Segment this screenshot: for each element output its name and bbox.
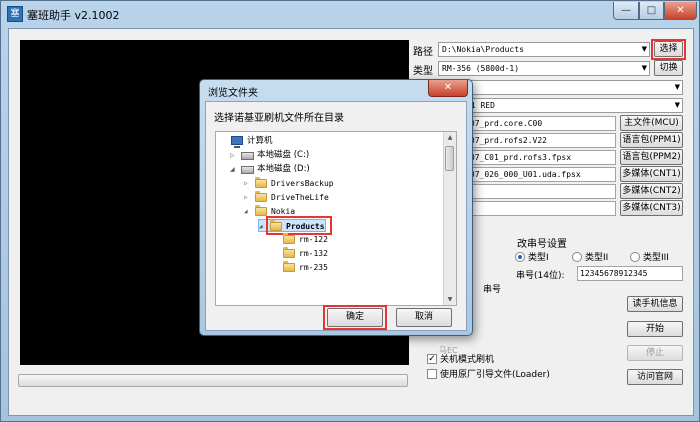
chevron-down-icon: ▼ bbox=[641, 64, 647, 72]
select-button-highlight bbox=[651, 39, 686, 60]
radio-type1-label: 类型I bbox=[528, 253, 549, 263]
chevron-down-icon: ▼ bbox=[674, 101, 680, 109]
folder-icon bbox=[255, 205, 267, 216]
minimize-button[interactable]: — bbox=[613, 2, 639, 20]
cnt3-file-button[interactable]: 多媒体(CNT3) bbox=[620, 200, 683, 216]
radio-type2-label: 类型II bbox=[585, 253, 609, 263]
folder-icon bbox=[255, 177, 267, 188]
window-title: 塞班助手 v2.1002 bbox=[27, 9, 120, 22]
ppm1-file-button[interactable]: 语言包(PPM1) bbox=[620, 132, 683, 148]
path-combo[interactable]: D:\Nokia\Products ▼ bbox=[438, 42, 650, 57]
app-icon: 塞 bbox=[7, 6, 23, 22]
read-info-button[interactable]: 读手机信息 bbox=[627, 296, 683, 312]
collapse-arrow-icon[interactable]: ◢ bbox=[259, 220, 263, 233]
type-label: 类型 bbox=[413, 66, 433, 77]
shutdown-flash-label: 关机模式刷机 bbox=[440, 355, 495, 365]
collapse-arrow-icon[interactable]: ◢ bbox=[244, 205, 248, 218]
folder-icon bbox=[283, 247, 295, 258]
shutdown-flash-checkbox[interactable]: ✓ bbox=[427, 354, 437, 364]
serial-partial-label: 串号 bbox=[483, 285, 502, 295]
serial-input[interactable]: 12345678912345 bbox=[577, 266, 683, 281]
folder-icon bbox=[283, 261, 295, 272]
region-combo[interactable]: 6]APAC1 RED ▼ bbox=[438, 98, 683, 113]
scroll-thumb[interactable] bbox=[445, 146, 454, 171]
version-combo[interactable]: 7 ▼ bbox=[438, 80, 683, 95]
path-value: D:\Nokia\Products bbox=[442, 45, 524, 54]
type-value: RM-356 (5800d-1) bbox=[442, 64, 520, 73]
chevron-down-icon: ▼ bbox=[641, 45, 647, 53]
expand-arrow-icon[interactable]: ▷ bbox=[230, 149, 235, 162]
dialog-close-button[interactable]: ✕ bbox=[428, 80, 468, 97]
loader-label: 使用原厂引导文件(Loader) bbox=[440, 370, 550, 380]
drive-icon bbox=[241, 166, 254, 174]
path-label: 路径 bbox=[413, 47, 433, 58]
browse-folder-dialog: 浏览文件夹 ✕ 选择诺基亚刷机文件所在目录 计算机 ▷ 本地磁盘 (C:) ◢ … bbox=[199, 79, 473, 336]
folder-tree[interactable]: 计算机 ▷ 本地磁盘 (C:) ◢ 本地磁盘 (D:) ▷ DriversBac… bbox=[215, 131, 457, 306]
radio-type1[interactable] bbox=[515, 252, 525, 262]
ppm2-file-button[interactable]: 语言包(PPM2) bbox=[620, 149, 683, 165]
folder-icon bbox=[255, 191, 267, 202]
cnt2-file-button[interactable]: 多媒体(CNT2) bbox=[620, 183, 683, 199]
computer-icon bbox=[231, 136, 243, 148]
start-button[interactable]: 开始 bbox=[627, 321, 683, 337]
visit-site-button[interactable]: 访问官网 bbox=[627, 369, 683, 385]
cancel-button[interactable]: 取消 bbox=[396, 308, 452, 327]
tree-scrollbar[interactable]: ▲ ▼ bbox=[443, 132, 456, 305]
mcu-file-button[interactable]: 主文件(MCU) bbox=[620, 115, 683, 131]
dialog-prompt: 选择诺基亚刷机文件所在目录 bbox=[214, 113, 344, 124]
switch-type-button[interactable]: 切换 bbox=[654, 60, 683, 76]
radio-type2[interactable] bbox=[572, 252, 582, 262]
maximize-button[interactable]: □ bbox=[639, 2, 664, 20]
scroll-up-icon[interactable]: ▲ bbox=[444, 132, 456, 143]
serial-group-title: 改串号设置 bbox=[517, 239, 567, 250]
radio-type3-label: 类型III bbox=[643, 253, 669, 263]
close-button[interactable]: ✕ bbox=[664, 2, 697, 20]
dialog-title: 浏览文件夹 bbox=[208, 88, 258, 99]
main-window: 塞 塞班助手 v2.1002 — □ ✕ 路径 D:\Nokia\Product… bbox=[0, 0, 700, 422]
stop-button[interactable]: 停止 bbox=[627, 345, 683, 361]
collapse-arrow-icon[interactable]: ◢ bbox=[230, 163, 235, 176]
expand-arrow-icon[interactable]: ▷ bbox=[244, 191, 248, 204]
serial-label: 串号(14位): bbox=[516, 271, 565, 281]
dialog-body: 选择诺基亚刷机文件所在目录 计算机 ▷ 本地磁盘 (C:) ◢ 本地磁盘 (D:… bbox=[205, 101, 467, 331]
chevron-down-icon: ▼ bbox=[674, 83, 680, 91]
loader-checkbox[interactable] bbox=[427, 369, 437, 379]
scroll-down-icon[interactable]: ▼ bbox=[444, 294, 456, 305]
drive-icon bbox=[241, 152, 254, 160]
type-combo[interactable]: RM-356 (5800d-1) ▼ bbox=[438, 61, 650, 76]
cnt1-file-button[interactable]: 多媒体(CNT1) bbox=[620, 166, 683, 182]
radio-type3[interactable] bbox=[630, 252, 640, 262]
title-bar[interactable]: 塞 塞班助手 v2.1002 — □ ✕ bbox=[1, 1, 699, 27]
progress-bar bbox=[18, 374, 408, 387]
folder-icon bbox=[283, 233, 295, 244]
ok-button-highlight bbox=[323, 305, 387, 330]
tree-bottom-area bbox=[216, 284, 444, 305]
expand-arrow-icon[interactable]: ▷ bbox=[244, 177, 248, 190]
